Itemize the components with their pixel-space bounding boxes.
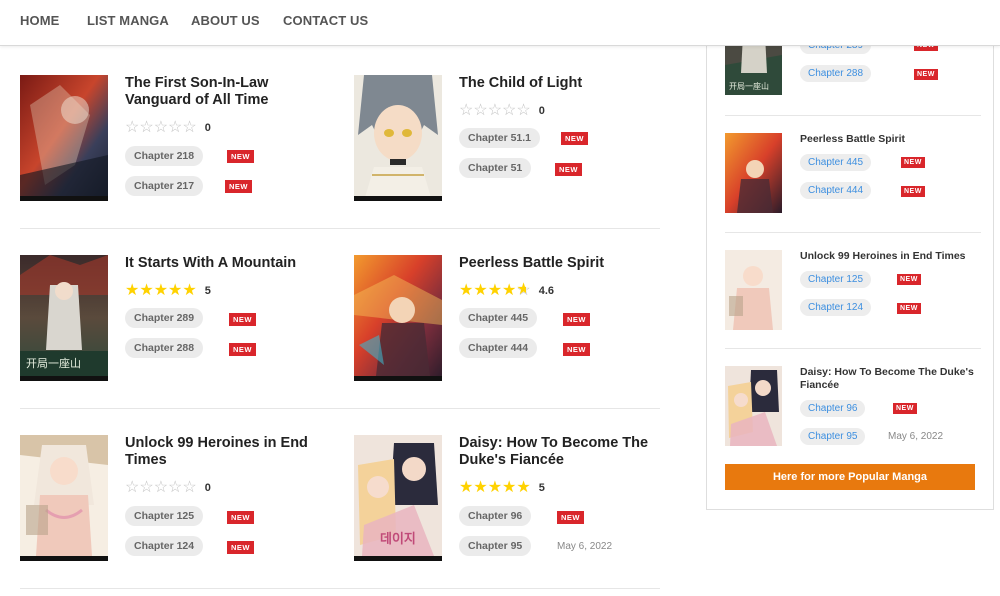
manga-title[interactable]: Daisy: How To Become The Duke's Fiancée bbox=[459, 435, 659, 469]
new-badge: NEW bbox=[897, 274, 921, 285]
new-badge: NEW bbox=[561, 132, 588, 145]
chapter-link[interactable]: Chapter 289 bbox=[125, 308, 204, 328]
popular-chapter-link[interactable]: Chapter 444 bbox=[800, 182, 872, 199]
star-rating: ☆☆☆☆☆ bbox=[125, 479, 197, 496]
star-rating: ★★★★ ★ ☆ bbox=[459, 282, 531, 299]
new-badge: NEW bbox=[901, 186, 925, 197]
popular-chapter-link[interactable]: Chapter 96 bbox=[800, 400, 866, 417]
star-rating: ☆☆☆☆☆ bbox=[459, 102, 531, 119]
rating: ★★★★ ★ ☆ 4.6 bbox=[459, 282, 555, 299]
row-divider bbox=[20, 588, 660, 589]
chapter-link[interactable]: Chapter 125 bbox=[125, 506, 204, 526]
new-badge: NEW bbox=[897, 303, 921, 314]
rating: ☆☆☆☆☆ 0 bbox=[459, 103, 545, 119]
manga-cover[interactable] bbox=[354, 75, 442, 201]
manga-cover[interactable]: 开局一座山 bbox=[20, 255, 108, 381]
chapter-link[interactable]: Chapter 217 bbox=[125, 176, 204, 196]
chapter-link[interactable]: Chapter 445 bbox=[459, 308, 538, 328]
rating: ☆☆☆☆☆ 0 bbox=[125, 120, 211, 136]
chapter-link[interactable]: Chapter 288 bbox=[125, 338, 204, 358]
popular-cover[interactable] bbox=[725, 133, 782, 213]
chapter-link[interactable]: Chapter 51.1 bbox=[459, 128, 541, 148]
chapter-link[interactable]: Chapter 95 bbox=[459, 536, 532, 556]
chapter-link[interactable]: Chapter 444 bbox=[459, 338, 538, 358]
manga-title[interactable]: It Starts With A Mountain bbox=[125, 255, 325, 272]
row-divider bbox=[20, 228, 660, 229]
nav-list-manga[interactable]: LIST MANGA bbox=[87, 13, 169, 28]
new-badge: NEW bbox=[893, 403, 917, 414]
new-badge: NEW bbox=[227, 541, 254, 554]
chapter-link[interactable]: Chapter 96 bbox=[459, 506, 532, 526]
new-badge: NEW bbox=[901, 157, 925, 168]
sidebar-divider bbox=[725, 115, 981, 116]
manga-title[interactable]: Unlock 99 Heroines in End Times bbox=[125, 435, 325, 469]
rating-score: 0 bbox=[204, 482, 211, 494]
manga-card: 데이지 Daisy: How To Become The Duke's Fian… bbox=[354, 435, 664, 565]
popular-chapter-link[interactable]: Chapter 95 bbox=[800, 428, 866, 445]
manga-cover[interactable] bbox=[20, 75, 108, 201]
release-date: May 6, 2022 bbox=[888, 431, 944, 442]
manga-cover[interactable]: 데이지 bbox=[354, 435, 442, 561]
manga-title[interactable]: Peerless Battle Spirit bbox=[459, 255, 659, 272]
popular-title[interactable]: Daisy: How To Become The Duke's Fiancée bbox=[800, 366, 975, 392]
popular-item: Peerless Battle Spirit Chapter 445 NEW C… bbox=[725, 133, 975, 213]
manga-card: The First Son-In-Law Vanguard of All Tim… bbox=[20, 75, 330, 205]
new-badge: NEW bbox=[229, 343, 256, 356]
rating: ★★★★★ 5 bbox=[459, 480, 545, 496]
popular-cover[interactable] bbox=[725, 250, 782, 330]
new-badge: NEW bbox=[557, 511, 584, 524]
manga-card: 开局一座山 It Starts With A Mountain ★★★★★ 5 … bbox=[20, 255, 330, 385]
popular-title[interactable]: Peerless Battle Spirit bbox=[800, 133, 975, 146]
new-badge: NEW bbox=[229, 313, 256, 326]
manga-title[interactable]: The Child of Light bbox=[459, 75, 659, 92]
star-rating: ☆☆☆☆☆ bbox=[125, 119, 197, 136]
row-divider bbox=[20, 408, 660, 409]
svg-text:开局一座山: 开局一座山 bbox=[26, 356, 81, 370]
star-rating: ★★★★★ bbox=[459, 479, 531, 496]
chapter-link[interactable]: Chapter 124 bbox=[125, 536, 204, 556]
new-badge: NEW bbox=[227, 150, 254, 163]
new-badge: NEW bbox=[563, 343, 590, 356]
rating-score: 5 bbox=[204, 285, 211, 297]
manga-title[interactable]: The First Son-In-Law Vanguard of All Tim… bbox=[125, 75, 325, 109]
manga-cover[interactable] bbox=[20, 435, 108, 561]
rating: ★★★★★ 5 bbox=[125, 283, 211, 299]
svg-text:开局一座山: 开局一座山 bbox=[729, 81, 769, 91]
release-date: May 6, 2022 bbox=[557, 541, 613, 552]
rating-score: 4.6 bbox=[538, 285, 555, 297]
new-badge: NEW bbox=[227, 511, 254, 524]
new-badge: NEW bbox=[225, 180, 252, 193]
manga-cover[interactable] bbox=[354, 255, 442, 381]
popular-chapter-link[interactable]: Chapter 445 bbox=[800, 154, 872, 171]
manga-card: Peerless Battle Spirit ★★★★ ★ ☆ 4.6 Chapte… bbox=[354, 255, 664, 385]
popular-sidebar: 开局一座山 Chapter 289 NEW Chapter 288 NEW Pe… bbox=[706, 0, 994, 510]
popular-item: Unlock 99 Heroines in End Times Chapter … bbox=[725, 250, 975, 330]
rating-score: 0 bbox=[538, 105, 545, 117]
popular-chapter-link[interactable]: Chapter 288 bbox=[800, 65, 872, 82]
nav-contact-us[interactable]: CONTACT US bbox=[283, 13, 368, 28]
star-rating: ★★★★★ bbox=[125, 282, 197, 299]
rating: ☆☆☆☆☆ 0 bbox=[125, 480, 211, 496]
top-nav: HOME LIST MANGA ABOUT US CONTACT US bbox=[0, 0, 1000, 46]
sidebar-divider bbox=[725, 232, 981, 233]
chapter-link[interactable]: Chapter 51 bbox=[459, 158, 532, 178]
rating-score: 0 bbox=[204, 122, 211, 134]
more-popular-manga-button[interactable]: Here for more Popular Manga bbox=[725, 464, 975, 490]
sidebar-divider bbox=[725, 348, 981, 349]
svg-text:데이지: 데이지 bbox=[380, 531, 416, 547]
manga-card: Unlock 99 Heroines in End Times ☆☆☆☆☆ 0 … bbox=[20, 435, 330, 565]
popular-title[interactable]: Unlock 99 Heroines in End Times bbox=[800, 250, 975, 263]
new-badge: NEW bbox=[555, 163, 582, 176]
new-badge: NEW bbox=[914, 69, 938, 80]
manga-card: The Child of Light ☆☆☆☆☆ 0 Chapter 51.1 … bbox=[354, 75, 664, 205]
popular-chapter-link[interactable]: Chapter 125 bbox=[800, 271, 872, 288]
rating-score: 5 bbox=[538, 482, 545, 494]
popular-cover[interactable] bbox=[725, 366, 782, 446]
chapter-link[interactable]: Chapter 218 bbox=[125, 146, 204, 166]
new-badge: NEW bbox=[563, 313, 590, 326]
popular-item: Daisy: How To Become The Duke's Fiancée … bbox=[725, 366, 975, 446]
nav-about-us[interactable]: ABOUT US bbox=[191, 13, 260, 28]
popular-chapter-link[interactable]: Chapter 124 bbox=[800, 299, 872, 316]
nav-home[interactable]: HOME bbox=[20, 13, 59, 28]
